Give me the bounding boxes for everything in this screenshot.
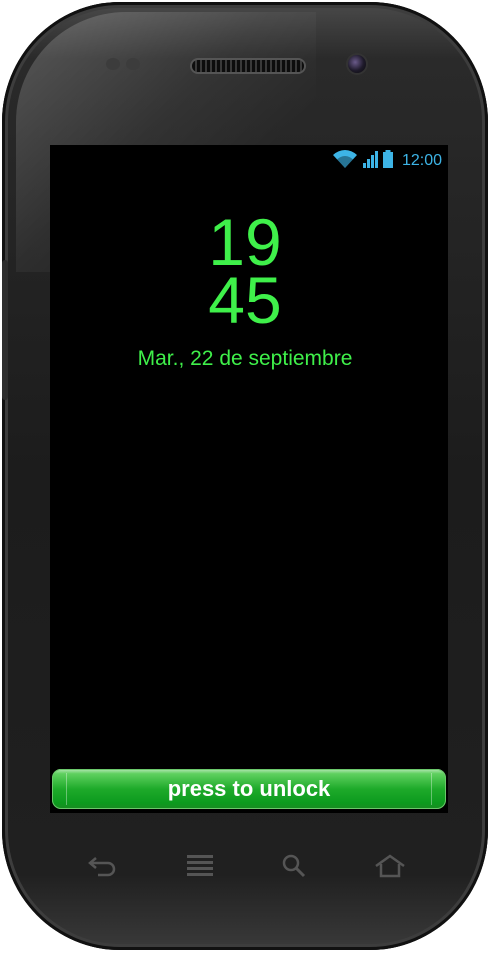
menu-key[interactable] bbox=[180, 848, 220, 884]
menu-icon bbox=[187, 855, 213, 876]
date-label: Mar., 22 de septiembre bbox=[137, 347, 353, 370]
status-time: 12:00 bbox=[401, 152, 442, 169]
status-icons: 12:00 bbox=[332, 149, 442, 173]
earpiece-speaker bbox=[192, 60, 304, 72]
back-icon bbox=[88, 857, 116, 877]
home-icon bbox=[375, 854, 405, 878]
signal-icon bbox=[362, 149, 378, 174]
home-key[interactable] bbox=[370, 848, 410, 884]
search-icon bbox=[282, 854, 306, 878]
light-sensor bbox=[126, 58, 140, 70]
volume-button[interactable] bbox=[2, 260, 8, 400]
back-key[interactable] bbox=[82, 848, 122, 884]
lock-screen: 12:00 19 45 Mar., 22 de septiembre press… bbox=[50, 145, 448, 813]
clock-minutes: 45 bbox=[208, 263, 282, 337]
status-bar: 12:00 bbox=[50, 145, 448, 177]
wifi-icon bbox=[332, 149, 358, 174]
front-camera bbox=[348, 55, 366, 73]
battery-icon bbox=[382, 149, 394, 174]
proximity-sensor bbox=[106, 58, 120, 70]
search-key[interactable] bbox=[274, 848, 314, 884]
phone-frame: 12:00 19 45 Mar., 22 de septiembre press… bbox=[2, 2, 488, 950]
unlock-button[interactable]: press to unlock bbox=[52, 769, 446, 809]
